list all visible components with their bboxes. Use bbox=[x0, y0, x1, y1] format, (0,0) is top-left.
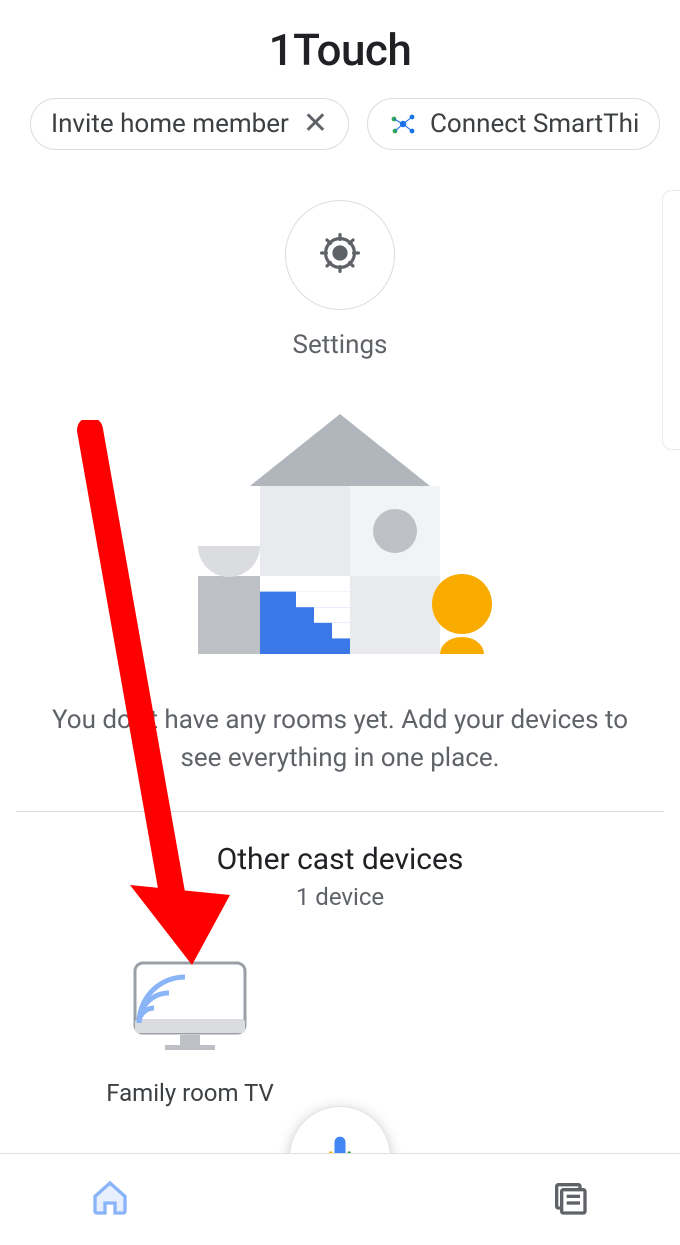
device-count: 1 device bbox=[0, 883, 680, 911]
tv-cast-icon bbox=[125, 957, 255, 1061]
chip-label: Connect SmartThi bbox=[430, 109, 639, 139]
invite-home-member-chip[interactable]: Invite home member ✕ bbox=[30, 98, 349, 150]
cast-device-tile[interactable]: Family room TV bbox=[90, 957, 290, 1107]
suggestion-chips-row: Invite home member ✕ Connect SmartThi bbox=[0, 76, 680, 160]
settings-button[interactable] bbox=[285, 200, 395, 310]
bottom-nav bbox=[0, 1153, 680, 1245]
feed-tab[interactable] bbox=[550, 1178, 590, 1222]
header: 1Touch bbox=[0, 0, 680, 76]
close-icon[interactable]: ✕ bbox=[303, 109, 328, 139]
gear-icon bbox=[316, 229, 364, 281]
other-cast-devices-header: Other cast devices 1 device bbox=[0, 812, 680, 911]
other-cast-title: Other cast devices bbox=[0, 842, 680, 877]
empty-rooms-text: You don't have any rooms yet. Add your d… bbox=[0, 654, 680, 811]
side-handle bbox=[662, 190, 680, 450]
chip-label: Invite home member bbox=[51, 109, 289, 139]
home-tab[interactable] bbox=[90, 1178, 130, 1222]
connect-smartthings-chip[interactable]: Connect SmartThi bbox=[367, 98, 660, 150]
empty-home-illustration bbox=[0, 360, 680, 654]
home-title: 1Touch bbox=[0, 24, 680, 76]
settings-label: Settings bbox=[293, 330, 388, 360]
device-name: Family room TV bbox=[106, 1079, 274, 1107]
smartthings-icon bbox=[388, 109, 418, 139]
